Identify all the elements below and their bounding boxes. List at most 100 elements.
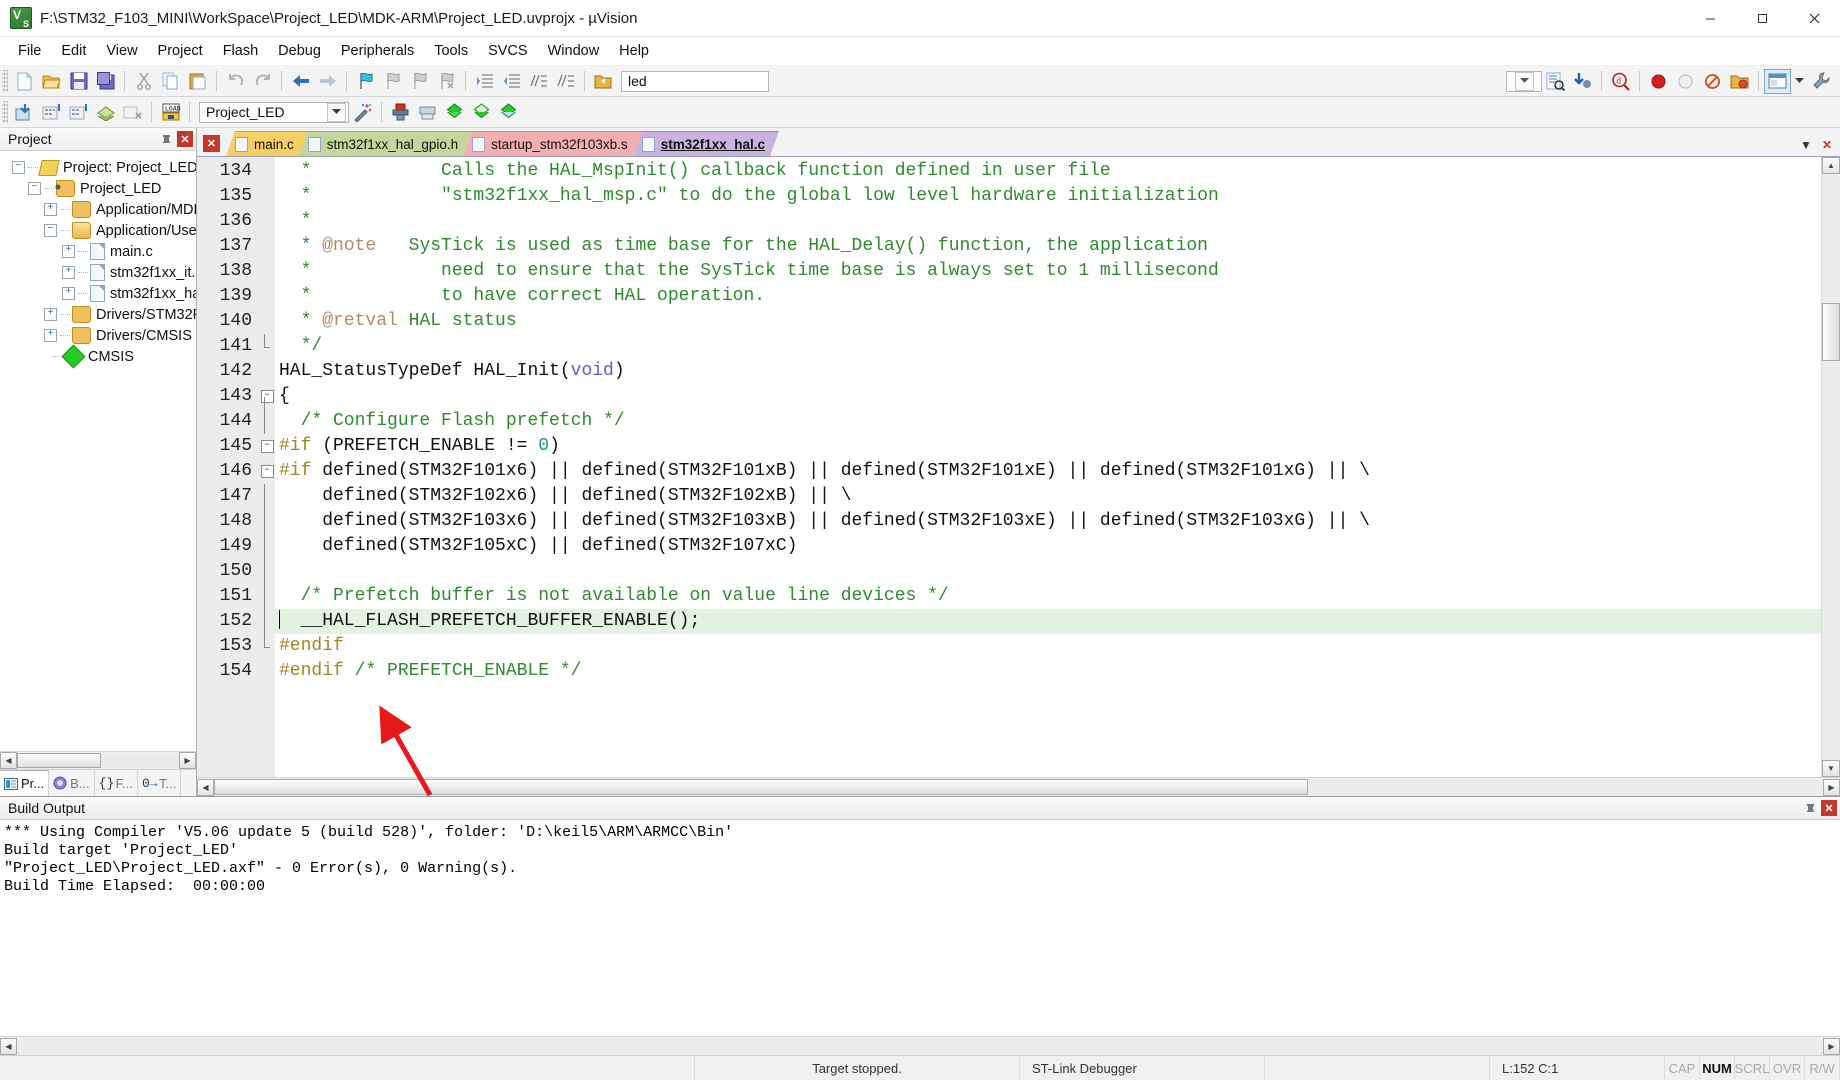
layout-dropdown-arrow[interactable] xyxy=(1791,71,1807,92)
tree-item-project-root[interactable]: − Project: Project_LED xyxy=(0,157,196,178)
rebuild-icon[interactable] xyxy=(65,100,92,125)
close-icon[interactable]: ✕ xyxy=(1821,800,1837,816)
configure-icon[interactable] xyxy=(1726,69,1753,94)
search-scope-combo[interactable] xyxy=(1506,70,1542,92)
menu-window[interactable]: Window xyxy=(538,39,610,63)
magic-wand-icon[interactable] xyxy=(349,100,376,125)
fold-toggle[interactable]: − xyxy=(259,434,275,459)
scroll-thumb[interactable] xyxy=(214,779,1309,795)
code-lines[interactable]: * Calls the HAL_MspInit() callback funct… xyxy=(275,157,1821,777)
indent-icon[interactable] xyxy=(471,69,498,94)
navigate-forward-icon[interactable] xyxy=(314,69,341,94)
pack-icon[interactable] xyxy=(495,100,522,125)
tree-item-application-mdk[interactable]: + Application/MDK- xyxy=(0,199,196,220)
menu-tools[interactable]: Tools xyxy=(424,39,478,63)
tree-item-drivers-stm32f1xx[interactable]: + Drivers/STM32F1x xyxy=(0,304,196,325)
editor-tab-startup-stm32f103xb-s[interactable]: startup_stm32f103xb.s xyxy=(463,131,642,156)
maximize-button[interactable] xyxy=(1736,0,1788,36)
uncomment-icon[interactable] xyxy=(552,69,579,94)
undo-icon[interactable] xyxy=(222,69,249,94)
expander-icon[interactable]: − xyxy=(12,161,25,174)
comment-icon[interactable] xyxy=(525,69,552,94)
cut-icon[interactable] xyxy=(130,69,157,94)
open-folder-icon[interactable] xyxy=(590,69,617,94)
menu-flash[interactable]: Flash xyxy=(213,39,268,63)
minimize-window-icon[interactable]: ▼ xyxy=(1800,138,1812,152)
scroll-right-icon[interactable]: ▶ xyxy=(1823,1037,1840,1055)
paste-icon[interactable] xyxy=(184,69,211,94)
build-output-text[interactable]: *** Using Compiler 'V5.06 update 5 (buil… xyxy=(0,820,1840,1036)
editor-tab-stm32f1xx-hal-c[interactable]: stm32f1xx_hal.c xyxy=(633,131,779,156)
save-all-icon[interactable] xyxy=(92,69,119,94)
expander-icon[interactable]: + xyxy=(62,245,75,258)
scroll-left-icon[interactable]: ◀ xyxy=(0,752,17,769)
copy-icon[interactable] xyxy=(157,69,184,94)
tab-project[interactable]: Pr... xyxy=(0,770,50,796)
stop-debug-icon[interactable] xyxy=(1672,69,1699,94)
project-horizontal-scrollbar[interactable]: ◀ ▶ xyxy=(0,751,196,769)
tree-item-target[interactable]: − Project_LED xyxy=(0,178,196,199)
close-icon[interactable]: ✕ xyxy=(177,131,193,147)
bookmark-prev-icon[interactable] xyxy=(379,69,406,94)
scroll-thumb[interactable] xyxy=(17,753,102,768)
translate-icon[interactable] xyxy=(11,100,38,125)
toolbar-grip[interactable] xyxy=(2,70,8,92)
find-icon[interactable]: d xyxy=(1607,69,1634,94)
bookmark-next-icon[interactable] xyxy=(406,69,433,94)
navigate-back-icon[interactable] xyxy=(287,69,314,94)
code-text-area[interactable]: 134 135 136 137 138 139 140 141 142 143 … xyxy=(197,157,1821,777)
redo-icon[interactable] xyxy=(249,69,276,94)
batch-build-icon[interactable] xyxy=(92,100,119,125)
scroll-track[interactable] xyxy=(17,753,179,768)
chevron-down-icon[interactable] xyxy=(327,102,346,122)
fold-toggle[interactable]: − xyxy=(259,459,275,484)
window-layout-icon[interactable] xyxy=(1764,68,1791,94)
expander-icon[interactable]: + xyxy=(62,287,75,300)
start-debug-icon[interactable] xyxy=(1645,69,1672,94)
build-icon[interactable] xyxy=(38,100,65,125)
editor-horizontal-scrollbar[interactable]: ◀ ▶ xyxy=(197,777,1840,796)
scroll-left-icon[interactable]: ◀ xyxy=(0,1037,17,1055)
scroll-down-icon[interactable]: ▼ xyxy=(1822,760,1840,777)
menu-edit[interactable]: Edit xyxy=(51,39,96,63)
bookmark-clear-icon[interactable] xyxy=(433,69,460,94)
pin-icon[interactable] xyxy=(158,131,174,147)
menu-debug[interactable]: Debug xyxy=(268,39,331,63)
scroll-track[interactable] xyxy=(214,779,1823,795)
debug-settings-icon[interactable] xyxy=(1569,69,1596,94)
search-combo[interactable]: led xyxy=(621,70,769,92)
find-in-files-icon[interactable] xyxy=(1542,69,1569,94)
scroll-left-icon[interactable]: ◀ xyxy=(197,778,214,796)
expander-icon[interactable]: + xyxy=(44,329,57,342)
outdent-icon[interactable] xyxy=(498,69,525,94)
scroll-right-icon[interactable]: ▶ xyxy=(179,752,196,769)
menu-file[interactable]: File xyxy=(8,39,51,63)
expander-icon[interactable]: + xyxy=(44,308,57,321)
tree-item-cmsis[interactable]: CMSIS xyxy=(0,344,196,369)
scroll-track[interactable] xyxy=(1822,174,1840,760)
bookmark-toggle-icon[interactable] xyxy=(352,69,379,94)
editor-tab-main-c[interactable]: main.c xyxy=(226,131,308,156)
stop-build-icon[interactable] xyxy=(119,100,146,125)
fold-toggle[interactable]: − xyxy=(259,384,275,409)
minimize-button[interactable] xyxy=(1684,0,1736,36)
toolbar-grip[interactable] xyxy=(2,101,8,123)
tree-item-stm32f1xx-it-c[interactable]: + stm32f1xx_it.c xyxy=(0,262,196,283)
memory-map-icon[interactable] xyxy=(414,100,441,125)
editor-tab-stm32f1xx-hal-gpio-h[interactable]: stm32f1xx_hal_gpio.h xyxy=(299,131,472,156)
scroll-track[interactable] xyxy=(17,1038,1823,1054)
debug-session-icon[interactable] xyxy=(387,100,414,125)
menu-peripherals[interactable]: Peripherals xyxy=(331,39,424,63)
editor-vertical-scrollbar[interactable]: ▲ ▼ xyxy=(1821,157,1840,777)
target-select[interactable]: Project_LED xyxy=(199,101,349,123)
new-file-icon[interactable] xyxy=(11,69,38,94)
build-output-horizontal-scrollbar[interactable]: ◀ ▶ xyxy=(0,1036,1840,1055)
save-icon[interactable] xyxy=(65,69,92,94)
menu-svcs[interactable]: SVCS xyxy=(478,39,538,63)
tab-templates[interactable]: 0→ T... xyxy=(138,770,182,796)
tab-books[interactable]: B... xyxy=(49,770,95,796)
manage-runtime-icon[interactable] xyxy=(468,100,495,125)
download-icon[interactable]: LOAD xyxy=(157,100,184,125)
pin-icon[interactable] xyxy=(1802,800,1818,816)
expander-icon[interactable]: + xyxy=(44,203,57,216)
